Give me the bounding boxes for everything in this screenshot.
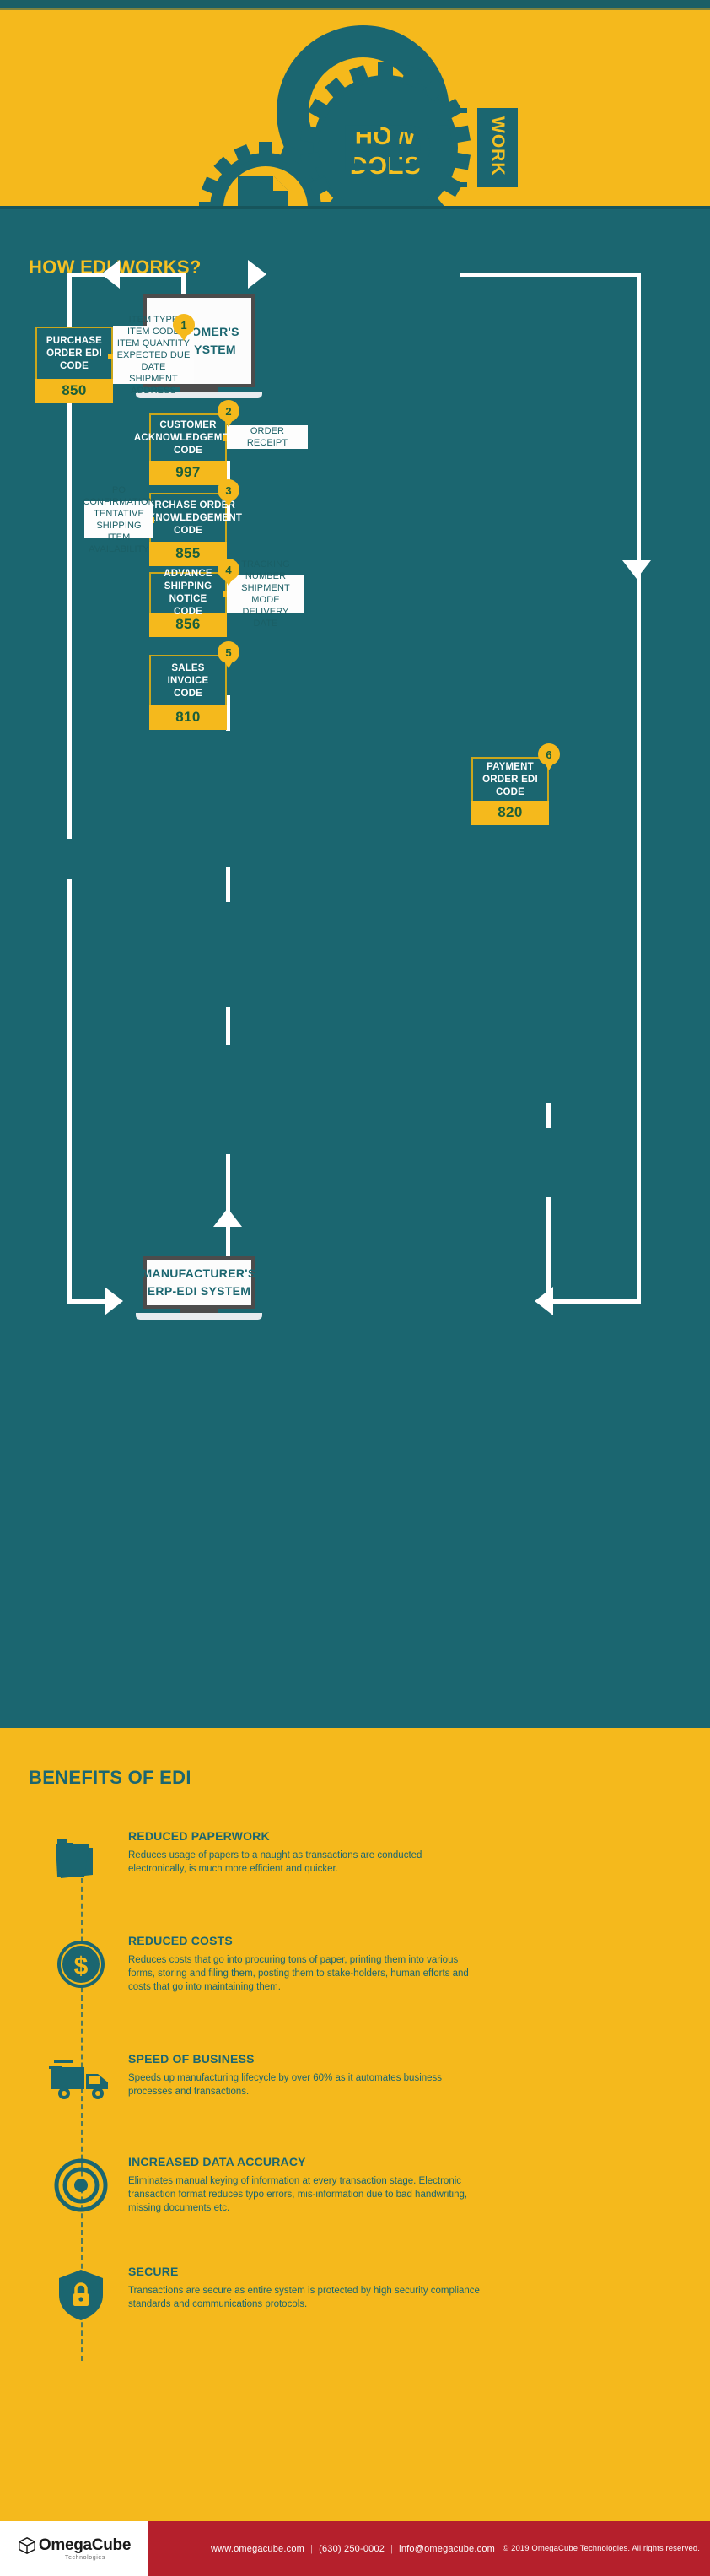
delivery-truck-icon xyxy=(49,2060,108,2099)
benefit-5-desc: Transactions are secure as entire system… xyxy=(128,2286,480,2309)
step-2-number: 2 xyxy=(218,400,239,422)
header-title-side: WORK xyxy=(488,116,508,176)
svg-text:$: $ xyxy=(74,1952,89,1980)
step-1-title: PURCHASE ORDER EDI CODE xyxy=(35,327,113,379)
header-title-side-box: WORK xyxy=(477,108,518,187)
rail-left-lower xyxy=(67,879,72,1303)
footer-bar: Omega Cube Technologies www.omegacube.com… xyxy=(0,2521,710,2576)
footer-email[interactable]: info@omegacube.com xyxy=(399,2544,495,2554)
logo-subtitle: Technologies xyxy=(64,2555,106,2561)
page-title: EDI xyxy=(341,111,454,185)
step-3-number: 3 xyxy=(218,479,239,501)
footer-contact: www.omegacube.com | (630) 250-0002 | inf… xyxy=(211,2521,495,2576)
rail-step6-to-manufacturer xyxy=(546,1197,551,1302)
benefit-1-title: REDUCED PAPERWORK xyxy=(128,1829,270,1843)
rail-right-bottom-elbow xyxy=(546,1299,641,1304)
benefit-1-desc: Reduces usage of papers to a naught as t… xyxy=(128,1850,422,1874)
header-title-block: EDI WORK xyxy=(341,108,518,187)
benefit-3-title: SPEED OF BUSINESS xyxy=(128,2052,255,2066)
rail-step6-down xyxy=(546,1103,551,1128)
benefit-2-title: REDUCED COSTS xyxy=(128,1934,233,1947)
manufacturer-laptop-base xyxy=(136,1313,262,1320)
benefit-item-3: SPEED OF BUSINESS Speeds up manufacturin… xyxy=(128,2052,482,2098)
footer-separator-2: | xyxy=(390,2543,394,2554)
step-1-box[interactable]: PURCHASE ORDER EDI CODE 850 xyxy=(35,327,113,403)
benefits-section: BENEFITS OF EDI REDUCED PAPERWORK Reduce… xyxy=(0,1728,710,2521)
folder-icon xyxy=(56,1839,93,1878)
step-3-box[interactable]: PURCHASE ORDER ACKNOWLEDGEMENT CODE 855 xyxy=(134,493,242,566)
step-5-title: SALES INVOICE CODE xyxy=(149,655,227,705)
step-3-code: 855 xyxy=(149,542,227,566)
step-1-number: 1 xyxy=(173,314,195,336)
footer-copyright: © 2019 OmegaCube Technologies. All right… xyxy=(503,2544,700,2553)
rail-step3-to-4 xyxy=(226,867,230,902)
step-6-number: 6 xyxy=(538,743,560,765)
benefit-item-2: REDUCED COSTS Reduces costs that go into… xyxy=(128,1934,482,1994)
step-4-title: ADVANCE SHIPPING NOTICE CODE xyxy=(149,569,227,617)
step-6-code: 820 xyxy=(471,801,549,825)
manufacturer-erp-edi-system-node: MANUFACTURER'S ERP-EDI SYSTEM xyxy=(136,1256,262,1320)
step-3-detail: PO CONFIRMATION TENTATIVE SHIPPING ITEM … xyxy=(83,485,155,554)
step-5-code: 810 xyxy=(149,705,227,730)
footer-logo[interactable]: Omega Cube Technologies xyxy=(0,2521,148,2576)
arrow-into-manufacturer-left xyxy=(105,1287,123,1315)
manufacturer-laptop-screen: MANUFACTURER'S ERP-EDI SYSTEM xyxy=(142,1256,256,1309)
benefit-item-5: SECURE Transactions are secure as entire… xyxy=(128,2265,482,2311)
footer-website[interactable]: www.omegacube.com xyxy=(211,2544,304,2554)
rail-right-vertical xyxy=(637,275,641,1301)
step-4-box[interactable]: ADVANCE SHIPPING NOTICE CODE 856 xyxy=(149,569,227,637)
flow-top-divider xyxy=(0,206,710,209)
logo-text-omega: Omega xyxy=(38,2536,92,2554)
benefit-2-desc: Reduces costs that go into procuring ton… xyxy=(128,1955,469,1992)
shield-lock-icon xyxy=(59,2270,103,2320)
document-sheet-icon xyxy=(238,176,288,206)
step-4-number: 4 xyxy=(218,559,239,581)
step-2-code: 997 xyxy=(149,461,227,485)
step-2-title: CUSTOMER ACKNOWLEDGEMENT CODE xyxy=(134,413,242,461)
step-5-box[interactable]: SALES INVOICE CODE 810 xyxy=(149,655,227,730)
benefit-4-title: INCREASED DATA ACCURACY xyxy=(128,2155,306,2168)
cube-logo-icon xyxy=(18,2537,35,2554)
step-3-title: PURCHASE ORDER ACKNOWLEDGEMENT CODE xyxy=(134,493,242,542)
benefit-item-4: INCREASED DATA ACCURACY Eliminates manua… xyxy=(128,2155,482,2215)
manufacturer-system-label-line1: MANUFACTURER'S xyxy=(142,1266,256,1280)
step-2-box[interactable]: CUSTOMER ACKNOWLEDGEMENT CODE 997 xyxy=(134,413,242,485)
arrow-right-rail-down xyxy=(622,560,651,579)
step-1-code: 850 xyxy=(35,379,113,403)
benefit-3-desc: Speeds up manufacturing lifecycle by ove… xyxy=(128,2073,443,2097)
logo-text-cube: Cube xyxy=(91,2536,132,2554)
benefit-item-1: REDUCED PAPERWORK Reduces usage of paper… xyxy=(128,1829,482,1876)
footer-separator-1: | xyxy=(310,2543,314,2554)
dollar-coin-icon: $ xyxy=(57,1941,105,1988)
logo-row: Omega Cube xyxy=(18,2536,131,2555)
rail-right-top-elbow xyxy=(460,273,641,277)
top-accent-strip xyxy=(0,0,710,8)
footer-phone[interactable]: (630) 250-0002 xyxy=(319,2544,385,2554)
arrow-into-manufacturer-top xyxy=(213,1208,242,1227)
rail-customer-elbow xyxy=(116,273,186,277)
rail-step4-to-5 xyxy=(226,1007,230,1045)
step-2-detail: ORDER RECEIPT xyxy=(227,425,308,449)
header-banner: HOW DOES EDI WORK xyxy=(0,10,710,206)
step-6-box[interactable]: PAYMENT ORDER EDI CODE 820 xyxy=(471,757,549,825)
benefit-5-title: SECURE xyxy=(128,2265,179,2278)
infographic-page: HOW DOES EDI WORK HOW EDI WORKS? CUSTOME… xyxy=(0,0,710,2576)
step-4-detail: TRACKING NUMBER SHIPMENT MODE DELIVERY D… xyxy=(227,559,304,629)
arrow-out-customer-right xyxy=(248,260,266,289)
benefit-4-desc: Eliminates manual keying of information … xyxy=(128,2176,468,2213)
target-icon xyxy=(54,2158,108,2212)
manufacturer-system-label-line2: ERP-EDI SYSTEM xyxy=(147,1284,251,1298)
step-6-title: PAYMENT ORDER EDI CODE xyxy=(471,757,549,801)
step-5-number: 5 xyxy=(218,641,239,663)
how-edi-works-section: HOW EDI WORKS? CUSTOMER'S EDI SYSTEM 1 P… xyxy=(0,206,710,1728)
benefits-section-title: BENEFITS OF EDI xyxy=(29,1767,191,1788)
